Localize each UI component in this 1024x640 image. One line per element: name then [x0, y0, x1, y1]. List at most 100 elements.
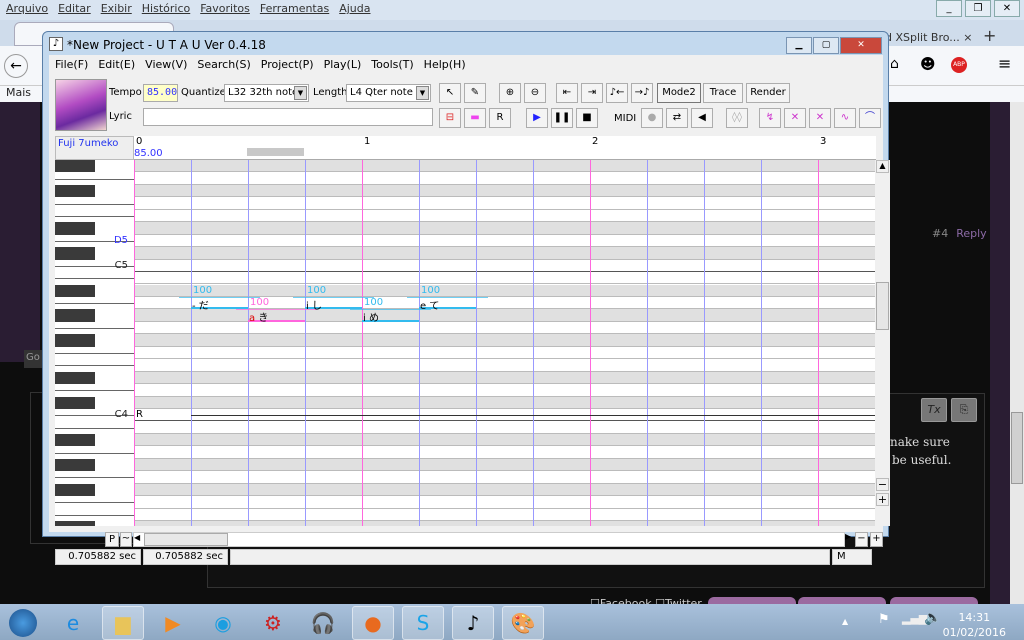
menu-search[interactable]: Search(S) — [197, 58, 250, 71]
menu-play[interactable]: Play(L) — [324, 58, 362, 71]
vertical-scroll-thumb[interactable] — [876, 282, 889, 330]
tempo-marker[interactable]: 85.00 — [134, 148, 163, 159]
page-scrollbar[interactable] — [1010, 102, 1024, 604]
prev-note-button[interactable]: ♪← — [606, 83, 628, 103]
black-key[interactable] — [55, 483, 95, 497]
note[interactable]: i め — [362, 309, 419, 324]
utau-taskbar-icon[interactable]: ♪ — [452, 606, 494, 640]
menu-project[interactable]: Project(P) — [261, 58, 314, 71]
menu-view[interactable]: View(V) — [145, 58, 187, 71]
black-key[interactable] — [55, 334, 95, 347]
audacity-icon[interactable]: 🎧 — [302, 606, 344, 640]
black-key[interactable] — [55, 433, 95, 447]
plugin-1-icon[interactable]: ↯ — [759, 108, 781, 128]
lyric-input[interactable] — [143, 108, 433, 126]
insert-rest-button[interactable]: R — [489, 108, 511, 128]
maximize-button[interactable]: ▢ — [813, 37, 839, 54]
black-key[interactable] — [55, 284, 95, 297]
bookmark-mais[interactable]: Mais — [6, 86, 31, 99]
close-button[interactable]: ✕ — [840, 37, 882, 54]
tab-xsplit[interactable]: d XSplit Bro... × + — [885, 26, 996, 45]
menu-ajuda[interactable]: Ajuda — [339, 2, 370, 18]
sidebar-go-button[interactable]: Go — [24, 350, 42, 368]
menu-historico[interactable]: Histórico — [142, 2, 190, 18]
menu-edit[interactable]: Edit(E) — [98, 58, 135, 71]
adblock-icon[interactable]: ABP — [951, 57, 967, 73]
insert-note-button[interactable]: ⊟ — [439, 108, 461, 128]
paint-icon[interactable]: 🎨 — [502, 606, 544, 640]
pointer-tool-button[interactable]: ↖ — [439, 83, 461, 103]
home-icon[interactable]: ⌂ — [890, 56, 899, 72]
black-key[interactable] — [55, 521, 95, 526]
length-select[interactable]: L4 Qter note ▼ — [346, 84, 431, 102]
black-key[interactable] — [55, 309, 95, 322]
minimize-button[interactable]: _ — [936, 0, 962, 17]
menu-arquivo[interactable]: Arquivo — [6, 2, 48, 18]
plugin-2-icon[interactable]: ✕ — [784, 108, 806, 128]
speaker-button[interactable]: ◀ — [691, 108, 713, 128]
black-key[interactable] — [55, 222, 95, 235]
zoom-out-horizontal-button[interactable]: − — [855, 532, 868, 547]
go-end-button[interactable]: ⇥ — [581, 83, 603, 103]
next-note-button[interactable]: →♪ — [631, 83, 653, 103]
new-tab-icon[interactable]: + — [983, 26, 996, 45]
mode2-button[interactable]: Mode2 — [657, 83, 701, 103]
close-tab-icon[interactable]: × — [963, 31, 972, 44]
black-key[interactable] — [55, 371, 95, 385]
emoji-icon[interactable]: ☻ — [920, 55, 936, 73]
black-key[interactable] — [55, 396, 95, 409]
horizontal-scroll-thumb[interactable] — [144, 533, 228, 546]
black-key[interactable] — [55, 160, 95, 173]
page-scroll-thumb[interactable] — [1011, 412, 1023, 484]
tilde-button[interactable]: ~ — [120, 532, 132, 547]
vertical-scrollbar[interactable]: ▲ − + — [875, 160, 890, 526]
quantize-select[interactable]: L32 32th note ▼ — [224, 84, 309, 102]
remove-format-icon[interactable]: Tx — [921, 398, 947, 422]
link-button[interactable]: ◊◊ — [726, 108, 748, 128]
source-icon[interactable]: ⎘ — [951, 398, 977, 422]
black-key[interactable] — [55, 247, 95, 260]
ie-icon[interactable]: e — [52, 606, 94, 640]
zoom-out-button[interactable]: ⊖ — [524, 83, 546, 103]
utility-icon[interactable]: ⚙ — [252, 606, 294, 640]
menu-favoritos[interactable]: Favoritos — [200, 2, 250, 18]
go-start-button[interactable]: ⇤ — [556, 83, 578, 103]
menu-ferramentas[interactable]: Ferramentas — [260, 2, 329, 18]
singer-avatar[interactable] — [55, 79, 107, 131]
pause-button[interactable]: ❚❚ — [551, 108, 573, 128]
explorer-icon[interactable]: ▆ — [102, 606, 144, 640]
record-button[interactable]: ● — [641, 108, 663, 128]
plugin-5-icon[interactable]: ⌒ — [859, 108, 881, 128]
menu-editar[interactable]: Editar — [58, 2, 91, 18]
clock[interactable]: 14:31 01/02/2016 — [943, 610, 1006, 640]
zoom-in-button[interactable]: ⊕ — [499, 83, 521, 103]
plugin-4-icon[interactable]: ∿ — [834, 108, 856, 128]
note[interactable]: - だ — [191, 297, 248, 312]
restore-button[interactable]: ❐ — [965, 0, 991, 17]
piano-keyboard[interactable]: D5 C5 C4 — [55, 160, 134, 526]
insert-pink-note-button[interactable]: ▬ — [464, 108, 486, 128]
start-button[interactable] — [0, 606, 46, 640]
media-player-icon[interactable]: ▶ — [152, 606, 194, 640]
action-center-icon[interactable]: ⚑ — [878, 612, 890, 627]
stop-button[interactable]: ■ — [576, 108, 598, 128]
reply-link[interactable]: Reply — [956, 227, 986, 240]
zoom-out-vertical-button[interactable]: − — [876, 478, 889, 491]
scroll-up-icon[interactable]: ▲ — [876, 160, 889, 173]
black-key[interactable] — [55, 184, 95, 198]
timeline-scroll-marker[interactable] — [247, 148, 304, 156]
back-icon[interactable]: ← — [4, 54, 28, 78]
zoom-in-vertical-button[interactable]: + — [876, 493, 889, 506]
p-button[interactable]: P — [105, 532, 119, 547]
scroll-right-icon[interactable]: ▶ — [845, 532, 855, 547]
menu-file[interactable]: File(F) — [55, 58, 88, 71]
piano-roll-grid[interactable]: R 100- だ 100 a き 100 i し 100 i め 100 e て — [134, 160, 876, 526]
menu-exibir[interactable]: Exibir — [101, 2, 132, 18]
trace-button[interactable]: Trace — [703, 83, 743, 103]
tempo-input[interactable]: 85.00 — [143, 84, 178, 102]
zoom-in-horizontal-button[interactable]: + — [870, 532, 883, 547]
render-button[interactable]: Render — [746, 83, 790, 103]
volume-icon[interactable]: 🔈 — [924, 610, 941, 626]
scroll-left-icon[interactable]: ◀ — [134, 533, 144, 546]
close-button[interactable]: ✕ — [994, 0, 1020, 17]
